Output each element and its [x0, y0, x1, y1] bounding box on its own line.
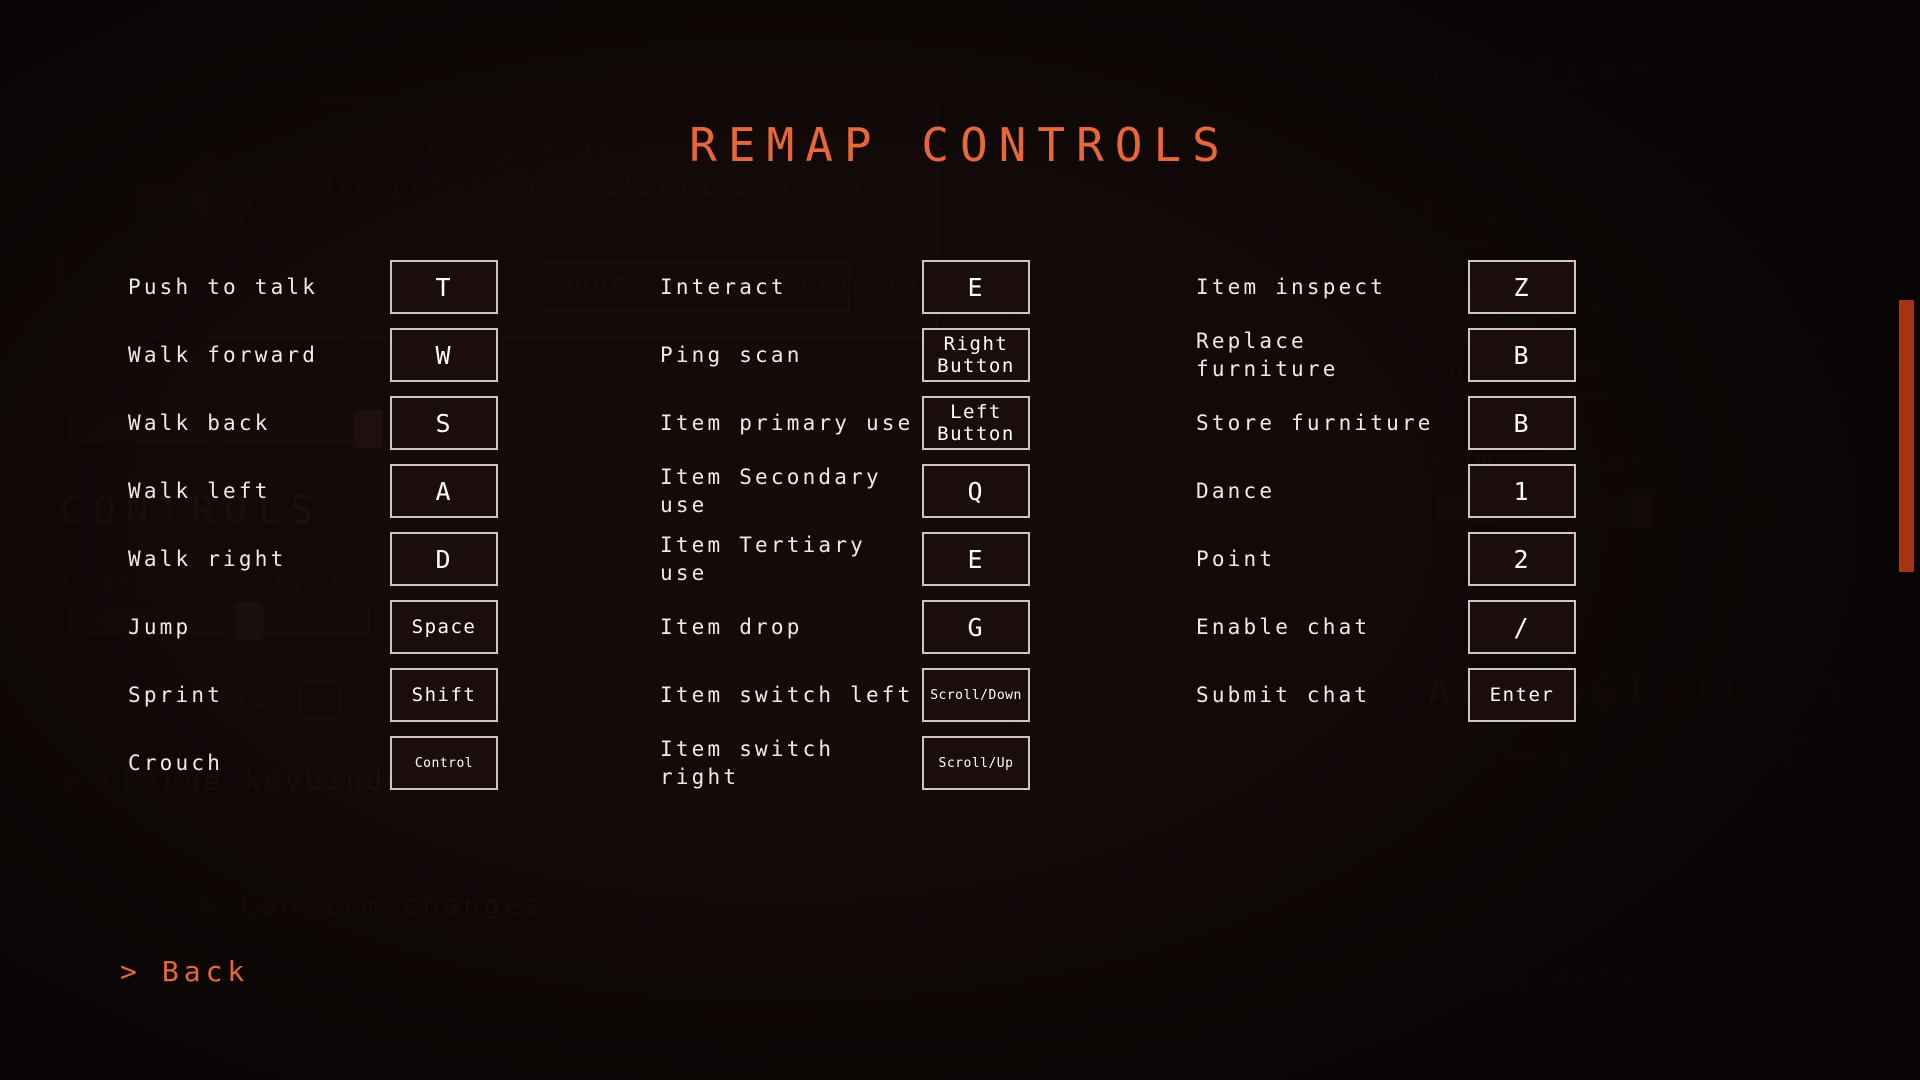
key-bind-value: W: [435, 340, 453, 370]
binding-label: Enable chat: [1196, 615, 1371, 639]
key-bind-button[interactable]: G: [922, 600, 1030, 654]
key-bind-button[interactable]: A: [390, 464, 498, 518]
binding-row: Item primary use Left Button: [660, 391, 1030, 455]
key-bind-value: Right Button: [937, 333, 1015, 377]
binding-row: Walk forward W: [128, 323, 498, 387]
key-bind-value: Control: [414, 755, 474, 771]
key-bind-value: S: [435, 408, 453, 438]
key-bind-button[interactable]: B: [1468, 396, 1576, 450]
key-bind-value: E: [967, 544, 985, 574]
remap-controls-panel: REMAP CONTROLS Push to talk T Walk forward…: [0, 0, 1920, 1080]
binding-label: Item switch left: [660, 683, 914, 707]
binding-label: Walk back: [128, 411, 271, 435]
key-bind-button[interactable]: B: [1468, 328, 1576, 382]
binding-row: Item switch right Scroll/Up: [660, 731, 1030, 795]
binding-label: Submit chat: [1196, 683, 1371, 707]
key-bind-value: E: [967, 272, 985, 302]
binding-row: Submit chat Enter: [1196, 663, 1576, 727]
key-bind-button[interactable]: Space: [390, 600, 498, 654]
key-bind-value: Shift: [411, 684, 477, 706]
key-bind-button[interactable]: Enter: [1468, 668, 1576, 722]
binding-label: Walk forward: [128, 343, 319, 367]
scrollbar-thumb[interactable]: [1899, 300, 1914, 572]
binding-label: Push to talk: [128, 275, 319, 299]
key-bind-value: Q: [967, 476, 985, 506]
key-bind-button[interactable]: E: [922, 532, 1030, 586]
binding-label: Crouch: [128, 751, 224, 775]
binding-row: Push to talk T: [128, 255, 498, 319]
binding-row: Enable chat /: [1196, 595, 1576, 659]
back-button[interactable]: > Back: [120, 955, 249, 988]
key-bind-button[interactable]: D: [390, 532, 498, 586]
key-bind-button[interactable]: Z: [1468, 260, 1576, 314]
scrollbar[interactable]: [1896, 0, 1914, 1080]
binding-row: Item inspect Z: [1196, 255, 1576, 319]
binding-label: Replace furniture: [1196, 329, 1339, 381]
binding-row: Item Secondary use Q: [660, 459, 1030, 523]
binding-label: Interact: [660, 275, 787, 299]
key-bind-value: 2: [1513, 544, 1531, 574]
back-button-label: Back: [161, 955, 250, 988]
key-bind-value: G: [967, 612, 985, 642]
binding-row: Item switch left Scroll/Down: [660, 663, 1030, 727]
binding-label: Jump: [128, 615, 192, 639]
key-bind-button[interactable]: Scroll/Down: [922, 668, 1030, 722]
key-bind-value: D: [435, 544, 453, 574]
key-bind-button[interactable]: Scroll/Up: [922, 736, 1030, 790]
binding-label: Item inspect: [1196, 275, 1387, 299]
key-bind-button[interactable]: Shift: [390, 668, 498, 722]
binding-row: Jump Space: [128, 595, 498, 659]
binding-label: Item switch right: [660, 737, 835, 789]
binding-label: Item primary use: [660, 411, 914, 435]
binding-row: Crouch Control: [128, 731, 498, 795]
binding-label: Store furniture: [1196, 411, 1434, 435]
binding-row: Dance 1: [1196, 459, 1576, 523]
binding-row: Point 2: [1196, 527, 1576, 591]
binding-label: Item Tertiary use: [660, 533, 866, 585]
key-bind-button[interactable]: E: [922, 260, 1030, 314]
binding-label: Point: [1196, 547, 1276, 571]
key-bind-value: A: [435, 476, 453, 506]
key-bind-value: T: [435, 272, 453, 302]
binding-label: Walk right: [128, 547, 287, 571]
key-bind-button[interactable]: S: [390, 396, 498, 450]
key-bind-value: Scroll/Up: [938, 755, 1014, 771]
binding-label: Dance: [1196, 479, 1276, 503]
binding-row: Walk right D: [128, 527, 498, 591]
binding-row: Sprint Shift: [128, 663, 498, 727]
binding-row: Interact E: [660, 255, 1030, 319]
binding-label: Item Secondary use: [660, 465, 882, 517]
key-bind-value: Scroll/Down: [930, 687, 1022, 703]
key-bind-value: Enter: [1489, 684, 1555, 706]
key-bind-value: Left Button: [937, 401, 1015, 445]
key-bind-value: B: [1513, 340, 1531, 370]
key-bind-button[interactable]: 2: [1468, 532, 1576, 586]
key-bind-button[interactable]: W: [390, 328, 498, 382]
key-bind-button[interactable]: Right Button: [922, 328, 1030, 382]
binding-label: Item drop: [660, 615, 803, 639]
key-bind-value: /: [1513, 612, 1531, 642]
binding-row: Item Tertiary use E: [660, 527, 1030, 591]
page-title: REMAP CONTROLS: [689, 118, 1231, 172]
key-bind-button[interactable]: 1: [1468, 464, 1576, 518]
chevron-right-icon: >: [120, 955, 142, 988]
key-bind-button[interactable]: /: [1468, 600, 1576, 654]
binding-row: Store furniture B: [1196, 391, 1576, 455]
binding-label: Sprint: [128, 683, 224, 707]
key-bind-button[interactable]: T: [390, 260, 498, 314]
binding-label: Ping scan: [660, 343, 803, 367]
key-bind-value: Z: [1513, 272, 1531, 302]
binding-row: Ping scan Right Button: [660, 323, 1030, 387]
key-bind-value: Space: [411, 616, 477, 638]
key-bind-value: 1: [1513, 476, 1531, 506]
key-bind-button[interactable]: Left Button: [922, 396, 1030, 450]
key-bind-button[interactable]: Q: [922, 464, 1030, 518]
binding-row: Item drop G: [660, 595, 1030, 659]
binding-label: Walk left: [128, 479, 271, 503]
binding-row: Replace furniture B: [1196, 323, 1576, 387]
binding-row: Walk back S: [128, 391, 498, 455]
binding-row: Walk left A: [128, 459, 498, 523]
key-bind-value: B: [1513, 408, 1531, 438]
key-bind-button[interactable]: Control: [390, 736, 498, 790]
